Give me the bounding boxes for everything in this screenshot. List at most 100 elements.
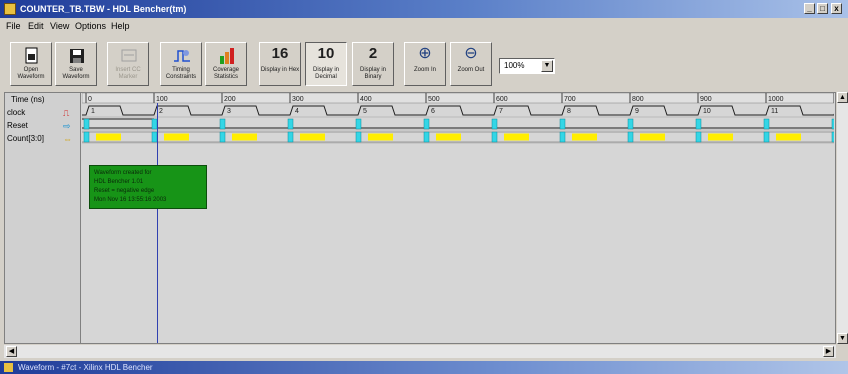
- display-hex-button[interactable]: 16 Display in Hex: [259, 42, 301, 86]
- app-icon: [4, 3, 16, 15]
- edge-marker: [355, 131, 362, 143]
- chevron-down-icon[interactable]: ▼: [541, 60, 553, 72]
- clock-icon: ⎍: [63, 108, 70, 118]
- zoom-in-button[interactable]: ⊕ Zoom In: [404, 42, 446, 86]
- display-binary-label: Display in Binary: [359, 67, 386, 80]
- cycle-number: 1: [91, 108, 95, 115]
- zoom-level-select[interactable]: 100% ▼: [499, 58, 555, 74]
- edge-marker: [491, 118, 498, 130]
- coverage-statistics-button[interactable]: Coverage Statistics: [205, 42, 247, 86]
- edge-marker: [627, 131, 634, 143]
- edge-marker: [355, 118, 362, 130]
- scroll-left-icon[interactable]: ◀: [6, 346, 17, 357]
- close-button[interactable]: x: [831, 3, 842, 14]
- annotation-line: HDL Bencher 1.01: [94, 179, 144, 185]
- menu-help[interactable]: Help: [111, 20, 130, 33]
- zoom-out-label: Zoom Out: [457, 67, 485, 73]
- time-tick-label: 100: [156, 96, 168, 103]
- toolbar: Open Waveform Save Waveform Insert CC Ma…: [0, 36, 848, 90]
- insert-cc-button[interactable]: Insert CC Marker: [107, 42, 149, 86]
- cycle-number: 4: [295, 108, 299, 115]
- menu-edit[interactable]: Edit: [28, 20, 44, 33]
- count-value-block: [776, 133, 801, 141]
- second-window-titlebar[interactable]: Waveform - #7ct - Xilinx HDL Bencher: [0, 361, 848, 374]
- display-decimal-label: Display in Decimal: [312, 67, 339, 80]
- vertical-scrollbar[interactable]: ▲ ▼: [837, 92, 848, 344]
- coverage-statistics-label: Coverage Statistics: [212, 67, 239, 80]
- edge-marker: [695, 118, 702, 130]
- display-decimal-button[interactable]: 10 Display in Decimal: [305, 42, 347, 86]
- display-binary-button[interactable]: 2 Display in Binary: [352, 42, 394, 86]
- time-ruler: [82, 93, 834, 104]
- edge-marker: [287, 118, 294, 130]
- app-window: COUNTER_TB.TBW - HDL Bencher(tm) _ □ x F…: [0, 0, 848, 374]
- signal-count[interactable]: Count[3:0]: [7, 134, 44, 144]
- cycle-number: 7: [499, 108, 503, 115]
- edge-marker: [83, 131, 90, 143]
- menu-view[interactable]: View: [50, 20, 69, 33]
- zoom-out-icon: ⊖: [464, 45, 478, 62]
- count-value-block: [572, 133, 597, 141]
- display-binary-number: 2: [368, 45, 378, 62]
- time-tick-label: 600: [496, 96, 508, 103]
- time-tick-label: 200: [224, 96, 236, 103]
- open-waveform-button[interactable]: Open Waveform: [10, 42, 52, 86]
- bar-chart-icon: [220, 48, 234, 64]
- cycle-number: 9: [635, 108, 639, 115]
- display-hex-number: 16: [271, 45, 289, 62]
- document-icon: [25, 47, 38, 64]
- clock-waveform: [82, 105, 834, 116]
- time-tick-label: 400: [360, 96, 372, 103]
- open-waveform-label: Open Waveform: [17, 67, 45, 80]
- edge-marker: [763, 118, 770, 130]
- signal-clock[interactable]: clock: [7, 108, 25, 118]
- edge-marker: [763, 131, 770, 143]
- edge-marker: [831, 131, 834, 143]
- horizontal-scrollbar[interactable]: ◀ ▶: [4, 345, 836, 358]
- cycle-number: 2: [159, 108, 163, 115]
- save-waveform-button[interactable]: Save Waveform: [55, 42, 97, 86]
- window-title: COUNTER_TB.TBW - HDL Bencher(tm): [20, 4, 187, 14]
- count-value-block: [164, 133, 189, 141]
- title-bar[interactable]: COUNTER_TB.TBW - HDL Bencher(tm) _ □ x: [0, 0, 848, 18]
- annotation-box: Waveform created for HDL Bencher 1.01 Re…: [89, 165, 207, 209]
- edge-marker: [627, 118, 634, 130]
- minimize-button[interactable]: _: [804, 3, 815, 14]
- scroll-right-icon[interactable]: ▶: [823, 346, 834, 357]
- count-value-block: [436, 133, 461, 141]
- waveform-canvas[interactable]: 0100200300400500600700800900100011123456…: [82, 93, 834, 343]
- edge-marker: [831, 118, 834, 130]
- count-value-block: [96, 133, 121, 141]
- time-tick-label: 800: [632, 96, 644, 103]
- edge-marker: [491, 131, 498, 143]
- maximize-button[interactable]: □: [817, 3, 828, 14]
- menu-options[interactable]: Options: [75, 20, 106, 33]
- cycle-number: 6: [431, 108, 435, 115]
- cycle-number: 3: [227, 108, 231, 115]
- menu-file[interactable]: File: [6, 20, 21, 33]
- signal-names-panel: Time (ns) clock ⎍ Reset ⇨ Count[3:0] ⇔: [5, 93, 81, 343]
- input-icon: ⇨: [63, 121, 71, 131]
- count-value-block: [368, 133, 393, 141]
- time-tick-label: 900: [700, 96, 712, 103]
- edge-marker: [695, 131, 702, 143]
- waveform-area[interactable]: Time (ns) clock ⎍ Reset ⇨ Count[3:0] ⇔ 0…: [4, 92, 836, 344]
- edge-marker: [559, 131, 566, 143]
- cycle-number: 8: [567, 108, 571, 115]
- zoom-level-value: 100%: [504, 61, 525, 70]
- timing-constraints-button[interactable]: Timing Constraints: [160, 42, 202, 86]
- display-hex-label: Display in Hex: [260, 67, 300, 73]
- time-tick-label: 1000: [768, 96, 784, 103]
- zoom-in-icon: ⊕: [418, 45, 432, 62]
- time-cursor[interactable]: [157, 103, 158, 343]
- timing-waveform-icon: [174, 50, 190, 62]
- floppy-disk-icon: [70, 49, 84, 63]
- signal-reset[interactable]: Reset: [7, 121, 28, 131]
- scroll-up-icon[interactable]: ▲: [837, 92, 848, 103]
- time-tick-label: 300: [292, 96, 304, 103]
- scroll-down-icon[interactable]: ▼: [837, 333, 848, 344]
- marker-icon: [121, 49, 137, 62]
- zoom-out-button[interactable]: ⊖ Zoom Out: [450, 42, 492, 86]
- edge-marker: [219, 131, 226, 143]
- edge-marker: [83, 118, 90, 130]
